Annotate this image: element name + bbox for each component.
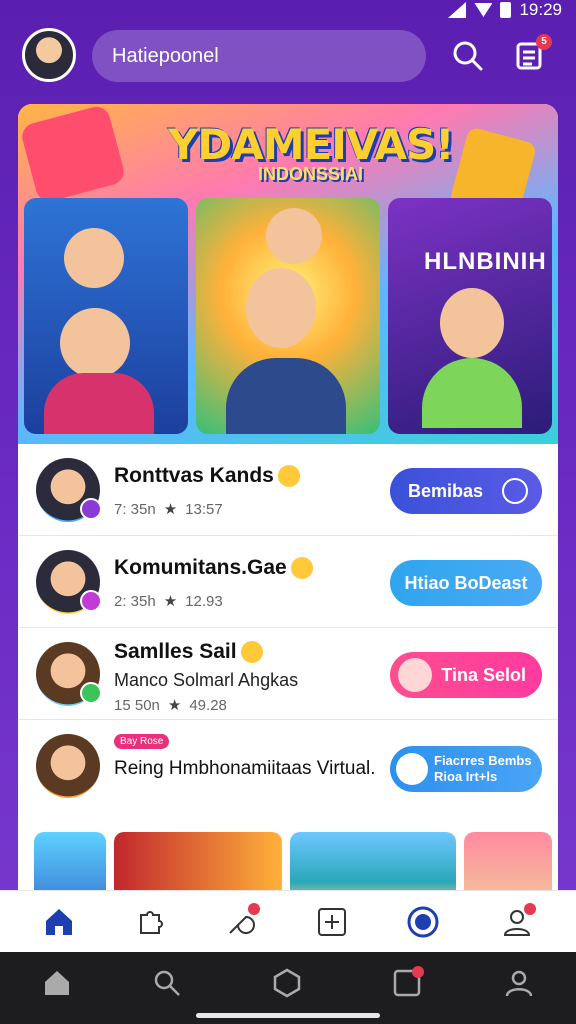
- action-button[interactable]: Htiao BoDeast: [390, 560, 542, 606]
- status-bar: 19:29: [0, 0, 576, 20]
- list-item-meta: 15 50n ★ 49.28: [114, 696, 227, 714]
- emoji-icon: [240, 641, 263, 664]
- account-icon[interactable]: [504, 968, 534, 998]
- action-button-label-line1: Fiacrres Bembs: [434, 753, 532, 768]
- action-button[interactable]: Bemibas: [390, 468, 542, 514]
- notification-badge: 5: [536, 34, 552, 50]
- user-thumbnail-icon: [398, 658, 432, 692]
- character-illustration: [440, 288, 504, 358]
- list-item-meta: 7: 35n ★ 13:57: [114, 500, 223, 518]
- character-illustration: [44, 373, 154, 434]
- promo-banner[interactable]: YDAMEIVAS! INDONSSIAI HLNBINIH: [18, 104, 558, 444]
- tab-home-icon[interactable]: [42, 905, 76, 939]
- notifications-list-icon[interactable]: 5: [512, 34, 552, 74]
- avatar: [36, 734, 100, 798]
- list-item-title-text: Komumitans.Gae: [114, 556, 287, 579]
- tab-add-icon[interactable]: [315, 905, 349, 939]
- avatar: [36, 458, 102, 522]
- search-bar[interactable]: Hatiepoonel: [92, 30, 426, 82]
- list-item-title: Reing Hmbhonamiitaas Virtual.: [114, 758, 376, 779]
- status-icons: 19:29: [448, 0, 562, 20]
- list-item-title: Komumitans.Gae: [114, 556, 313, 580]
- banner-title: YDAMEIVAS!: [168, 120, 454, 169]
- tab-profile-circle-icon[interactable]: [406, 905, 440, 939]
- action-button-label: Bemibas: [408, 481, 484, 501]
- list-item[interactable]: Bay Rose Reing Hmbhonamiitaas Virtual. F…: [18, 720, 558, 812]
- list-item-subtitle: Manco Solmarl Ahgkas: [114, 670, 299, 690]
- tab-user-icon[interactable]: [500, 903, 536, 939]
- character-illustration: [226, 358, 346, 434]
- battery-icon: [500, 2, 512, 18]
- star-icon: ★: [163, 501, 178, 518]
- search-text: Hatiepoonel: [112, 45, 219, 67]
- friends-list: Ronttvas Kands 7: 35n ★ 13:57 Bemibas Komu…: [18, 444, 558, 812]
- tab-pin-icon[interactable]: [224, 903, 260, 939]
- banner-panel-3[interactable]: HLNBINIH: [388, 198, 552, 434]
- meta-right: 12.93: [185, 593, 223, 610]
- list-item[interactable]: Komumitans.Gae 2: 35h ★ 12.93 Htiao BoDeas…: [18, 536, 558, 628]
- meta-left: 7: 35n: [114, 501, 156, 518]
- status-time: 19:29: [519, 0, 562, 19]
- banner-panel-1[interactable]: [24, 198, 188, 434]
- meta-left: 2: 35h: [114, 593, 156, 610]
- signal-icon: [448, 2, 467, 18]
- list-item-title: Samlles Sail: [114, 640, 263, 664]
- action-button[interactable]: Tina Selol: [390, 652, 542, 698]
- profile-avatar[interactable]: [22, 28, 76, 82]
- star-icon: ★: [167, 697, 182, 714]
- tag-badge: Bay Rose: [114, 734, 170, 749]
- banner-panel-2[interactable]: [196, 198, 380, 434]
- character-illustration: [422, 358, 522, 428]
- search-icon[interactable]: [450, 38, 486, 74]
- home-icon[interactable]: [42, 968, 72, 998]
- list-item-meta: 2: 35h ★ 12.93: [114, 592, 223, 610]
- home-indicator[interactable]: [196, 1013, 380, 1018]
- chat-bubble-icon: [396, 753, 428, 785]
- action-button-label: Htiao BoDeast: [404, 573, 528, 593]
- panel-label: HLNBINIH: [424, 248, 547, 275]
- character-illustration: [60, 308, 130, 378]
- action-button[interactable]: Fiacrres Bembs Rioa Irt+ls: [390, 746, 542, 792]
- hexagon-icon[interactable]: [272, 968, 302, 998]
- wifi-icon: [474, 3, 493, 17]
- gallery-icon[interactable]: [392, 966, 424, 998]
- status-badge: [80, 682, 102, 704]
- tab-puzzle-icon[interactable]: [133, 905, 167, 939]
- character-illustration: [266, 208, 322, 264]
- emoji-icon: [290, 557, 313, 580]
- list-item-title-text: Samlles Sail: [114, 640, 237, 663]
- meta-right: 49.28: [189, 697, 227, 714]
- meta-left: 15 50n: [114, 697, 160, 714]
- app-header: Hatiepoonel 5: [0, 24, 576, 88]
- list-item[interactable]: Samlles Sail Manco Solmarl Ahgkas 15 50n…: [18, 628, 558, 720]
- system-nav-bar: [0, 952, 576, 1024]
- main-card: YDAMEIVAS! INDONSSIAI HLNBINIH Ronttvas …: [18, 104, 558, 904]
- meta-right: 13:57: [185, 501, 223, 518]
- search-icon[interactable]: [152, 968, 182, 998]
- avatar: [36, 642, 102, 706]
- action-button-label-line2: Rioa Irt+ls: [434, 769, 498, 784]
- status-badge: [80, 498, 102, 520]
- target-icon: [502, 478, 528, 504]
- banner-decoration: [19, 104, 127, 205]
- tab-badge: [248, 903, 260, 915]
- list-item-title-text: Ronttvas Kands: [114, 464, 274, 487]
- star-icon: ★: [163, 593, 178, 610]
- emoji-icon: [277, 465, 300, 488]
- status-badge: [80, 590, 102, 612]
- bottom-tab-bar: [0, 890, 576, 952]
- list-item-title: Ronttvas Kands: [114, 464, 300, 488]
- gallery-badge: [412, 966, 424, 978]
- banner-subtitle: INDONSSIAI: [258, 164, 364, 184]
- list-item[interactable]: Ronttvas Kands 7: 35n ★ 13:57 Bemibas: [18, 444, 558, 536]
- character-illustration: [64, 228, 124, 288]
- action-button-label: Tina Selol: [441, 665, 526, 685]
- character-illustration: [246, 268, 316, 348]
- tab-badge: [524, 903, 536, 915]
- avatar: [36, 550, 102, 614]
